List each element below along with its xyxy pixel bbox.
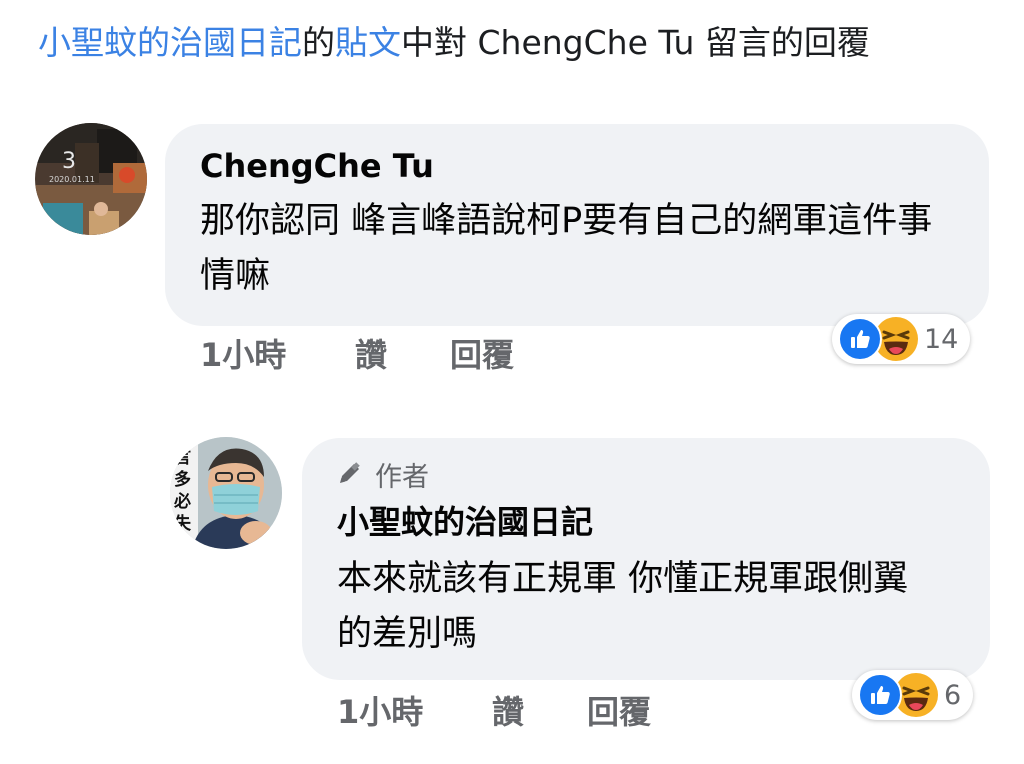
pencil-icon — [337, 460, 363, 496]
comment-like-button[interactable]: 讚 — [355, 333, 387, 377]
reply-actions: 1小時 讚 回覆 — [337, 690, 697, 734]
commenter-avatar[interactable]: 3 2020.01.11 — [35, 123, 147, 235]
author-avatar[interactable]: 言多必失 — [170, 437, 282, 549]
comment-reactions[interactable]: 14 — [832, 314, 971, 364]
thumbs-up-icon — [838, 317, 882, 361]
avatar-caption: 言多必失 — [174, 448, 191, 534]
reply-author-name[interactable]: 小聖蚊的治國日記 — [337, 502, 593, 542]
comment-reaction-count: 14 — [924, 323, 959, 355]
header-connector-1: 的 — [302, 23, 335, 62]
comment-reply-button[interactable]: 回覆 — [450, 333, 514, 377]
header-connector-2: 中對 ChengChe Tu 留言的回覆 — [401, 23, 870, 62]
avatar-photo-number: 3 — [62, 149, 76, 174]
reply-context-header: 小聖蚊的治國日記的貼文中對 ChengChe Tu 留言的回覆 — [38, 18, 870, 68]
comment-text: 那你認同 峰言峰語說柯P要有自己的網軍這件事情嘛 — [200, 201, 933, 296]
reply-reply-button[interactable]: 回覆 — [587, 690, 651, 734]
comment-timestamp[interactable]: 1小時 — [200, 333, 286, 377]
post-link[interactable]: 貼文 — [335, 23, 401, 62]
page-name-link[interactable]: 小聖蚊的治國日記 — [38, 23, 302, 62]
reply-like-button[interactable]: 讚 — [492, 690, 524, 734]
reply-text: 本來就該有正規軍 你懂正規軍跟側翼的差別嗎 — [337, 559, 909, 654]
comment-actions: 1小時 讚 回覆 — [200, 333, 560, 377]
author-badge: 作者 — [337, 460, 429, 496]
avatar-photo-date: 2020.01.11 — [49, 175, 95, 184]
reply-reaction-count: 6 — [944, 679, 962, 711]
reply-reactions[interactable]: 6 — [852, 670, 974, 720]
comment-author-name[interactable]: ChengChe Tu — [200, 146, 434, 186]
author-badge-label: 作者 — [375, 462, 429, 493]
reply-timestamp[interactable]: 1小時 — [337, 690, 423, 734]
thumbs-up-icon — [858, 673, 902, 717]
